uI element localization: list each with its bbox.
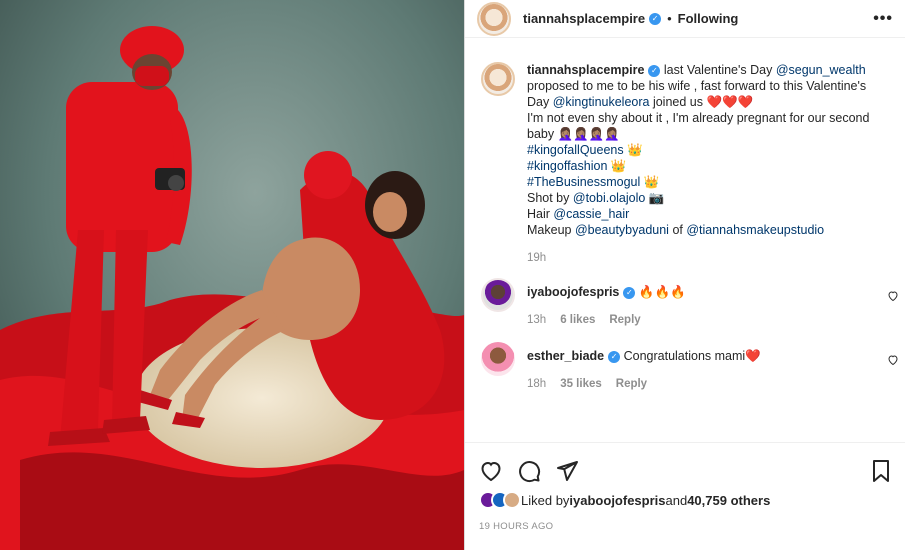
commenter-avatar[interactable] [481,278,515,312]
post-caption: tiannahsplacempire ✓ last Valentine's Day… [465,38,905,266]
likes-user[interactable]: iyaboojofespris [569,493,665,508]
likes-prefix: Liked by [521,492,570,508]
commenter-username[interactable]: esther_biade [527,349,604,363]
mention-link[interactable]: @cassie_hair [553,207,629,221]
post-header: tiannahsplacempire ✓ • Following ••• [465,0,905,38]
share-icon[interactable] [555,459,579,483]
verified-icon: ✓ [649,12,662,25]
comment-time[interactable]: 13h [527,314,546,326]
caption-line-2: proposed to me to be his wife , fast for… [527,79,867,93]
camera-emoji: 📷 [645,191,665,205]
hashtag-line: #TheBusinessmogul 👑 [527,174,889,190]
following-button[interactable]: Following [678,11,739,26]
post-timestamp[interactable]: 19 HOURS AGO [479,521,892,532]
comment-text: 🔥🔥🔥 [638,285,686,299]
crown-emoji: 👑 [640,175,660,189]
hashtag-link[interactable]: #TheBusinessmogul [527,175,640,189]
crown-emoji: 👑 [607,159,627,173]
liker-avatars [479,491,521,509]
hashtag-link[interactable]: #kingoffashion [527,159,607,173]
caption-text: Day [527,95,553,109]
mention-link[interactable]: @segun_wealth [776,63,866,77]
mention-link[interactable]: @kingtinukeleora [553,95,650,109]
save-icon[interactable] [870,459,892,483]
post-photo[interactable] [0,0,464,550]
heart-icon[interactable] [479,459,503,483]
commenter-avatar[interactable] [481,342,515,376]
crown-emoji: 👑 [623,143,643,157]
comment-icon[interactable] [517,459,541,483]
reply-button[interactable]: Reply [616,378,647,390]
comment-likes[interactable]: 35 likes [560,378,602,390]
action-bar: Liked by iyaboojofespris and 40,759 othe… [465,442,905,532]
caption-line-5: baby 🤦🏽‍♀️🤦🏽‍♀️🤦🏽‍♀️🤦🏽‍♀️ [527,127,620,141]
likes-middle: and [665,492,688,508]
more-icon[interactable]: ••• [873,10,893,28]
credit-line: Makeup @beautybyaduni of @tiannahsmakeup… [527,222,889,238]
likes-count[interactable]: 40,759 others [687,493,770,508]
verified-icon: ✓ [608,350,621,363]
mention-link[interactable]: @tobi.olajolo [573,191,645,205]
comment-body: esther_biade ✓ Congratulations mami❤️ 18h… [527,342,761,392]
liker-avatar [503,491,521,509]
hashtag-link[interactable]: #kingofallQueens [527,143,624,157]
commenter-username[interactable]: iyaboojofespris [527,285,619,299]
caption-text: last Valentine's Day [663,63,776,77]
reply-button[interactable]: Reply [609,314,640,326]
likes-summary[interactable]: Liked by iyaboojofespris and 40,759 othe… [479,491,892,509]
credit-label: Shot by [527,191,573,205]
comment-body: iyaboojofespris ✓ 🔥🔥🔥 13h 6 likes Reply [527,278,686,328]
credit-line: Hair @cassie_hair [527,206,889,222]
author-username[interactable]: tiannahsplacempire [523,11,645,26]
credit-label: Hair [527,207,554,221]
comment-meta: 13h 6 likes Reply [527,312,686,328]
caption-line-1: tiannahsplacempire ✓ last Valentine's Day… [527,62,889,78]
credit-label: of [668,223,687,237]
mention-link[interactable]: @beautybyaduni [575,223,669,237]
credit-label: Makeup [527,223,575,237]
author-avatar[interactable] [477,1,511,36]
separator-dot: • [667,11,672,26]
comment-heart-icon[interactable] [887,354,899,366]
caption-line-4: I'm not even shy about it , I'm already … [527,111,870,125]
post-sidebar: tiannahsplacempire ✓ • Following ••• tia… [464,0,905,550]
caption-body: tiannahsplacempire ✓ last Valentine's Day… [527,62,889,266]
hashtag-line: #kingoffashion 👑 [527,158,889,174]
comment-heart-icon[interactable] [887,290,899,302]
comment-meta: 18h 35 likes Reply [527,376,761,392]
credit-line: Shot by @tobi.olajolo 📷 [527,190,889,206]
mention-link[interactable]: @tiannahsmakeupstudio [686,223,824,237]
caption-avatar[interactable] [481,62,515,96]
caption-line-3: Day @kingtinukeleora joined us ❤️❤️❤️ [527,94,889,110]
instagram-post: tiannahsplacempire ✓ • Following ••• tia… [0,0,905,550]
caption-text: joined us ❤️❤️❤️ [649,95,754,109]
hashtag-line: #kingofallQueens 👑 [527,142,889,158]
comment-likes[interactable]: 6 likes [560,314,595,326]
caption-time[interactable]: 19h [527,250,889,266]
comment-item: esther_biade ✓ Congratulations mami❤️ 18h… [465,342,905,392]
verified-icon: ✓ [623,286,636,299]
comment-text: Congratulations mami❤️ [623,349,761,363]
comment-item: iyaboojofespris ✓ 🔥🔥🔥 13h 6 likes Reply [465,278,905,328]
caption-username[interactable]: tiannahsplacempire [527,63,644,77]
action-icons [479,451,892,491]
comment-list: iyaboojofespris ✓ 🔥🔥🔥 13h 6 likes Reply est… [465,266,905,392]
comment-time[interactable]: 18h [527,378,546,390]
photo-illustration [0,0,464,550]
verified-icon: ✓ [648,64,661,77]
